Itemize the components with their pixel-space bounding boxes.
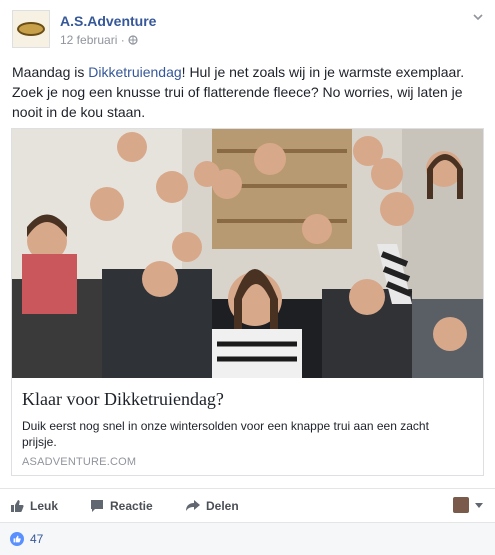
group-photo-illustration <box>12 129 483 378</box>
post-text-start: Maandag is <box>12 64 89 80</box>
identity-selector[interactable] <box>453 497 483 513</box>
post-meta: 12 februari · <box>60 33 138 47</box>
link-domain: ASADVENTURE.COM <box>22 456 137 468</box>
like-button[interactable]: Leuk <box>10 498 58 514</box>
post-actions-bar: Leuk Reactie Delen <box>0 488 495 522</box>
globe-icon <box>128 35 138 45</box>
chevron-down-icon[interactable] <box>473 12 483 22</box>
share-button[interactable]: Delen <box>186 498 239 514</box>
like-label: Leuk <box>30 499 59 513</box>
link-preview-card[interactable]: Klaar voor Dikketruiendag? Duik eerst no… <box>11 128 484 476</box>
post-text: Maandag is Dikketruiendag! Hul je net zo… <box>12 62 483 122</box>
user-avatar <box>453 497 469 513</box>
link-preview-body[interactable]: Klaar voor Dikketruiendag? Duik eerst no… <box>12 378 483 475</box>
meta-separator: · <box>120 33 125 47</box>
comment-icon <box>91 500 103 512</box>
share-label: Delen <box>206 499 239 513</box>
post-header: A.S.Adventure 12 februari · <box>12 10 483 50</box>
like-reaction-icon[interactable] <box>10 532 24 546</box>
post-date[interactable]: 12 februari <box>60 33 117 47</box>
hashtag-link[interactable]: Dikketruiendag <box>88 64 181 80</box>
comment-button[interactable]: Reactie <box>90 498 153 514</box>
reactions-bar: 47 <box>0 522 495 555</box>
share-icon <box>186 500 200 511</box>
page-name-link[interactable]: A.S.Adventure <box>60 13 156 29</box>
like-icon <box>11 500 24 512</box>
reaction-count[interactable]: 47 <box>30 532 43 546</box>
link-preview-photo[interactable] <box>12 129 483 378</box>
link-description: Duik eerst nog snel in onze wintersolden… <box>22 419 429 449</box>
comment-label: Reactie <box>110 499 153 513</box>
caret-down-icon <box>475 502 483 508</box>
page-avatar-icon[interactable] <box>12 10 50 48</box>
link-title[interactable]: Klaar voor Dikketruiendag? <box>22 389 224 410</box>
